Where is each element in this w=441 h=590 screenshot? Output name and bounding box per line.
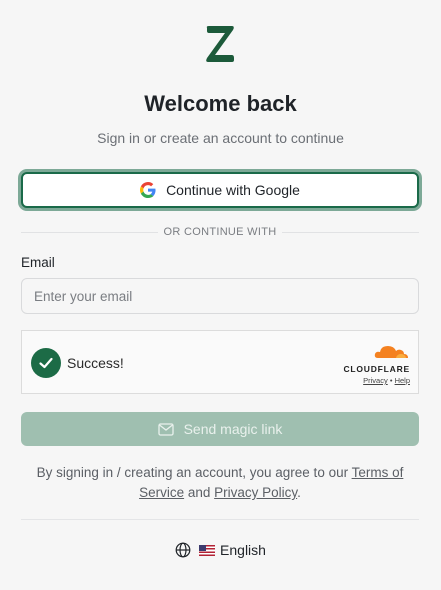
email-label: Email <box>21 255 55 270</box>
cloudflare-cloud-icon <box>334 343 410 364</box>
divider-line-right <box>282 231 419 233</box>
send-magic-link-label: Send magic link <box>183 421 283 437</box>
terms-prefix: By signing in / creating an account, you… <box>36 465 352 480</box>
google-g-icon <box>140 182 156 198</box>
language-label: English <box>220 542 266 558</box>
cloudflare-help-link[interactable]: Help <box>395 376 410 385</box>
globe-icon <box>175 542 191 558</box>
cloudflare-captcha-widget[interactable]: Success! CLOUDFLARE Privacy • Help <box>21 330 419 394</box>
page-title: Welcome back <box>144 91 297 116</box>
brand-logo <box>203 24 237 64</box>
terms-suffix: . <box>297 485 301 500</box>
privacy-policy-link[interactable]: Privacy Policy <box>214 485 297 500</box>
or-continue-divider: OR CONTINUE WITH <box>21 224 419 240</box>
success-check-icon <box>31 348 61 378</box>
mail-icon <box>157 422 174 436</box>
email-field[interactable] <box>21 278 419 314</box>
language-selector[interactable]: English <box>0 542 441 558</box>
cloudflare-links-separator: • <box>389 376 393 385</box>
continue-with-google-button[interactable]: Continue with Google <box>21 172 419 208</box>
cloudflare-privacy-link[interactable]: Privacy <box>363 376 388 385</box>
page-subtitle: Sign in or create an account to continue <box>97 130 344 146</box>
cloudflare-branding: CLOUDFLARE Privacy • Help <box>334 343 410 385</box>
footer-divider <box>21 519 419 520</box>
us-flag-icon <box>199 544 216 556</box>
cloudflare-wordmark: CLOUDFLARE <box>343 364 410 374</box>
divider-line-left <box>21 231 158 233</box>
send-magic-link-button[interactable]: Send magic link <box>21 412 419 446</box>
divider-text: OR CONTINUE WITH <box>163 226 277 238</box>
cloudflare-links: Privacy • Help <box>334 376 410 385</box>
terms-middle: and <box>184 485 215 500</box>
captcha-status: Success! <box>67 355 124 371</box>
google-button-label: Continue with Google <box>166 182 300 198</box>
terms-notice: By signing in / creating an account, you… <box>21 463 419 503</box>
